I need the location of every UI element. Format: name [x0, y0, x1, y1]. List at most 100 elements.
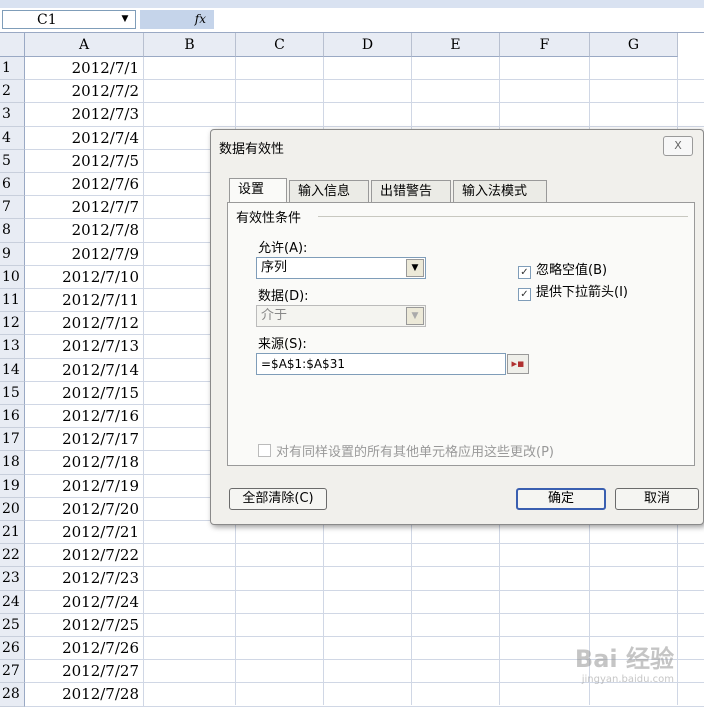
- row-header[interactable]: 14: [0, 358, 25, 382]
- row-header[interactable]: 20: [0, 497, 25, 521]
- ignore-blank-label: 忽略空值(B): [536, 263, 608, 278]
- cell-a[interactable]: 2012/7/23: [25, 567, 144, 591]
- checkmark-icon[interactable]: ✓: [518, 266, 531, 279]
- row-header[interactable]: 21: [0, 521, 25, 545]
- column-header[interactable]: F: [500, 33, 590, 57]
- in-cell-dropdown-label: 提供下拉箭头(I): [536, 285, 628, 300]
- validation-criteria-heading: 有效性条件: [236, 211, 302, 226]
- cell-a[interactable]: 2012/7/19: [25, 474, 144, 498]
- ok-button[interactable]: 确定: [516, 488, 606, 510]
- chevron-down-icon[interactable]: ▼: [406, 307, 424, 325]
- apply-all-checkbox[interactable]: 对有同样设置的所有其他单元格应用这些更改(P): [258, 441, 554, 460]
- cell-a[interactable]: 2012/7/6: [25, 173, 144, 197]
- column-header[interactable]: B: [144, 33, 236, 57]
- range-select-icon[interactable]: ▸▪: [507, 354, 529, 374]
- cell-a[interactable]: 2012/7/8: [25, 219, 144, 243]
- cell-a[interactable]: 2012/7/16: [25, 405, 144, 429]
- row-header[interactable]: 16: [0, 405, 25, 429]
- cell-a[interactable]: 2012/7/3: [25, 103, 144, 127]
- cell-a[interactable]: 2012/7/27: [25, 660, 144, 684]
- clear-all-button[interactable]: 全部清除(C): [229, 488, 327, 510]
- tab-settings[interactable]: 设置: [229, 178, 287, 202]
- chevron-down-icon[interactable]: ▼: [406, 259, 424, 277]
- name-box[interactable]: C1 ▼: [2, 10, 136, 29]
- source-input[interactable]: =$A$1:$A$31: [256, 353, 506, 375]
- tab-ime-mode[interactable]: 输入法模式: [453, 180, 547, 202]
- gridline: [144, 543, 704, 545]
- row-header[interactable]: 24: [0, 590, 25, 614]
- cell-a[interactable]: 2012/7/7: [25, 196, 144, 220]
- checkbox-icon[interactable]: [258, 444, 271, 457]
- column-header[interactable]: E: [412, 33, 500, 57]
- row-header[interactable]: 22: [0, 544, 25, 568]
- checkmark-icon[interactable]: ✓: [518, 288, 531, 301]
- row-header[interactable]: 8: [0, 219, 25, 243]
- cell-a[interactable]: 2012/7/15: [25, 381, 144, 405]
- row-header[interactable]: 23: [0, 567, 25, 591]
- source-label: 来源(S):: [258, 337, 307, 352]
- row-header[interactable]: 15: [0, 381, 25, 405]
- gridline: [144, 79, 704, 81]
- row-header[interactable]: 7: [0, 196, 25, 220]
- in-cell-dropdown-checkbox[interactable]: ✓ 提供下拉箭头(I): [518, 281, 628, 301]
- select-all-corner[interactable]: [0, 33, 25, 57]
- row-header[interactable]: 13: [0, 335, 25, 359]
- row-header[interactable]: 19: [0, 474, 25, 498]
- cell-a[interactable]: 2012/7/21: [25, 521, 144, 545]
- function-icon[interactable]: fx: [140, 10, 214, 29]
- close-icon[interactable]: X: [663, 136, 693, 156]
- cell-a[interactable]: 2012/7/12: [25, 312, 144, 336]
- data-select[interactable]: 介于 ▼: [256, 305, 426, 327]
- cell-a[interactable]: 2012/7/9: [25, 242, 144, 266]
- cell-a[interactable]: 2012/7/5: [25, 149, 144, 173]
- row-header[interactable]: 3: [0, 103, 25, 127]
- watermark: Bai 经验 jingyan.baidu.com: [575, 639, 674, 685]
- cell-a[interactable]: 2012/7/4: [25, 126, 144, 150]
- row-header[interactable]: 28: [0, 683, 25, 707]
- row-header[interactable]: 4: [0, 126, 25, 150]
- row-header[interactable]: 2: [0, 80, 25, 104]
- column-header[interactable]: G: [590, 33, 678, 57]
- chevron-down-icon[interactable]: ▼: [117, 12, 133, 27]
- cell-a[interactable]: 2012/7/18: [25, 451, 144, 475]
- row-header[interactable]: 1: [0, 57, 25, 81]
- column-header[interactable]: C: [236, 33, 324, 57]
- row-header[interactable]: 12: [0, 312, 25, 336]
- gridline: [144, 125, 704, 127]
- cell-a[interactable]: 2012/7/24: [25, 590, 144, 614]
- row-header[interactable]: 11: [0, 289, 25, 313]
- cell-a[interactable]: 2012/7/13: [25, 335, 144, 359]
- cell-a[interactable]: 2012/7/2: [25, 80, 144, 104]
- cell-a[interactable]: 2012/7/26: [25, 637, 144, 661]
- tab-error-alert[interactable]: 出错警告: [371, 180, 451, 202]
- cancel-button[interactable]: 取消: [615, 488, 699, 510]
- ignore-blank-checkbox[interactable]: ✓ 忽略空值(B): [518, 259, 607, 279]
- cell-a[interactable]: 2012/7/11: [25, 289, 144, 313]
- row-header[interactable]: 26: [0, 637, 25, 661]
- allow-label: 允许(A):: [258, 241, 308, 256]
- cell-a[interactable]: 2012/7/10: [25, 265, 144, 289]
- tab-input-message[interactable]: 输入信息: [289, 180, 369, 202]
- data-select-value: 介于: [261, 308, 288, 323]
- cell-a[interactable]: 2012/7/1: [25, 57, 144, 81]
- gridline: [144, 102, 704, 104]
- row-header[interactable]: 6: [0, 173, 25, 197]
- row-header[interactable]: 17: [0, 428, 25, 452]
- cell-a[interactable]: 2012/7/14: [25, 358, 144, 382]
- row-header[interactable]: 10: [0, 265, 25, 289]
- row-header[interactable]: 27: [0, 660, 25, 684]
- cell-a[interactable]: 2012/7/17: [25, 428, 144, 452]
- row-header[interactable]: 5: [0, 149, 25, 173]
- cell-a[interactable]: 2012/7/22: [25, 544, 144, 568]
- cell-a[interactable]: 2012/7/25: [25, 613, 144, 637]
- row-header[interactable]: 18: [0, 451, 25, 475]
- allow-select[interactable]: 序列 ▼: [256, 257, 426, 279]
- row-header[interactable]: 9: [0, 242, 25, 266]
- gridline: [144, 589, 704, 591]
- row-header[interactable]: 25: [0, 613, 25, 637]
- settings-panel: 有效性条件 允许(A): 序列 ▼ 数据(D): 介于 ▼ ✓ 忽略空值(B) ✓…: [227, 202, 695, 466]
- cell-a[interactable]: 2012/7/20: [25, 497, 144, 521]
- column-header[interactable]: D: [324, 33, 412, 57]
- cell-a[interactable]: 2012/7/28: [25, 683, 144, 707]
- column-header[interactable]: A: [25, 33, 144, 57]
